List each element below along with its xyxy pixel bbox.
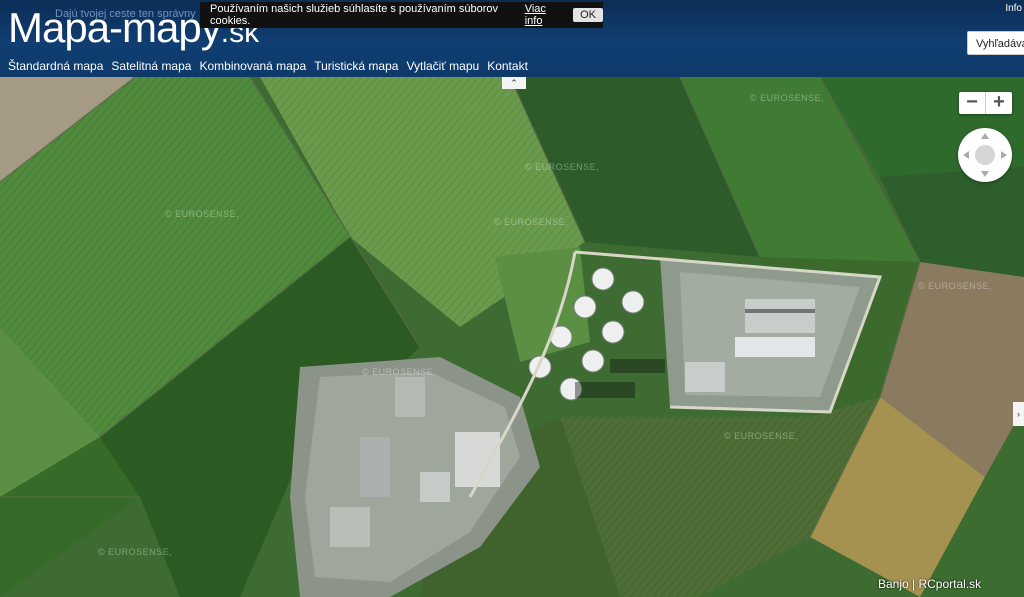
nav-contact[interactable]: Kontakt [487, 58, 528, 74]
nav-print-map[interactable]: Vytlačiť mapu [406, 58, 479, 74]
cookie-more-link[interactable]: Viac info [525, 3, 564, 27]
nav-combined-map[interactable]: Kombinovaná mapa [199, 58, 306, 74]
zoom-control: − + [959, 92, 1012, 114]
satellite-imagery [0, 77, 1024, 597]
pan-right-arrow-icon[interactable] [1001, 151, 1007, 159]
zoom-out-button[interactable]: − [959, 92, 985, 114]
pan-down-arrow-icon[interactable] [981, 171, 989, 177]
cookie-ok-button[interactable]: OK [573, 8, 603, 22]
search-input[interactable]: Vyhľadáva [967, 31, 1024, 55]
map-watermark: © EUROSENSE, [494, 217, 569, 227]
cookie-text: Používaním našich služieb súhlasíte s po… [210, 3, 498, 27]
info-link[interactable]: Info [1005, 3, 1022, 14]
tagline: Dajú tvojej ceste ten správny [55, 8, 196, 20]
zoom-in-button[interactable]: + [986, 92, 1012, 114]
pan-up-arrow-icon[interactable] [981, 133, 989, 139]
pan-control[interactable] [958, 128, 1012, 182]
map-watermark: © EUROSENSE, [165, 209, 240, 219]
cookie-banner: Používaním našich služieb súhlasíte s po… [200, 2, 603, 28]
satellite-map[interactable]: © EUROSENSE, © EUROSENSE, © EUROSENSE, ©… [0, 77, 1024, 597]
pan-center[interactable] [975, 145, 995, 165]
map-watermark: © EUROSENSE, [918, 281, 993, 291]
map-watermark: © EUROSENSE, [98, 547, 173, 557]
nav-tourist-map[interactable]: Turistická mapa [314, 58, 398, 74]
main-nav: Štandardná mapa Satelitná mapa Kombinova… [8, 58, 536, 74]
map-watermark: © EUROSENSE, [362, 367, 437, 377]
nav-standard-map[interactable]: Štandardná mapa [8, 58, 103, 74]
double-chevron-up-icon[interactable]: ⌃ [502, 77, 526, 89]
map-watermark: © EUROSENSE, [750, 93, 825, 103]
map-watermark: © EUROSENSE, [525, 162, 600, 172]
map-watermark: © EUROSENSE, [724, 431, 799, 441]
nav-satellite-map[interactable]: Satelitná mapa [111, 58, 191, 74]
map-credit: Banjo | RCportal.sk [878, 577, 982, 591]
pan-left-arrow-icon[interactable] [963, 151, 969, 159]
double-chevron-right-icon[interactable]: › [1013, 402, 1024, 426]
